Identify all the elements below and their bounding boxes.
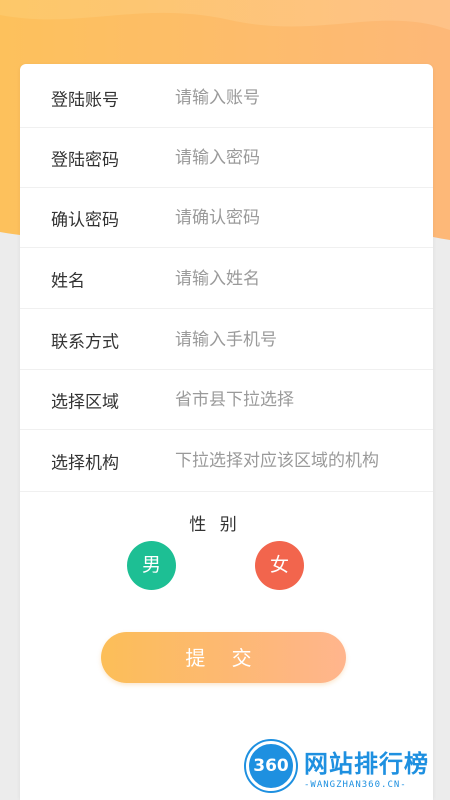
field-row-password: 登陆密码 [20,128,433,188]
gender-female-button[interactable]: 女 [255,541,304,590]
gender-title: 性 别 [189,515,241,535]
field-label: 姓名 [51,271,85,291]
field-label: 联系方式 [51,332,119,352]
password-input[interactable] [175,147,415,168]
field-row-name: 姓名 [20,249,433,309]
watermark-title: 网站排行榜 [304,750,429,778]
phone-input[interactable] [175,329,415,350]
region-select[interactable] [175,389,415,410]
name-input[interactable] [175,268,415,289]
submit-button[interactable]: 提 交 [101,632,346,683]
registration-card: 登陆账号 登陆密码 确认密码 姓名 联系方式 选择区域 选择机构 性 别 男 女… [20,64,433,800]
watermark-subtitle: -WANGZHAN360.CN- [304,780,407,790]
gender-male-button[interactable]: 男 [127,541,176,590]
field-row-region: 选择区域 [20,370,433,430]
field-label: 确认密码 [51,210,119,230]
field-label: 登陆账号 [51,90,119,110]
field-label: 登陆密码 [51,150,119,170]
watermark-logo: 360 网站排行榜 -WANGZHAN360.CN- [236,738,450,800]
confirm-password-input[interactable] [175,207,415,228]
field-row-confirm-password: 确认密码 [20,188,433,248]
field-row-phone: 联系方式 [20,310,433,370]
field-label: 选择区域 [51,392,119,412]
field-label: 选择机构 [51,453,119,473]
field-row-institution: 选择机构 [20,430,433,492]
field-row-account: 登陆账号 [20,68,433,128]
account-input[interactable] [175,87,415,108]
institution-select[interactable] [175,450,415,471]
watermark-badge: 360 [246,741,296,791]
